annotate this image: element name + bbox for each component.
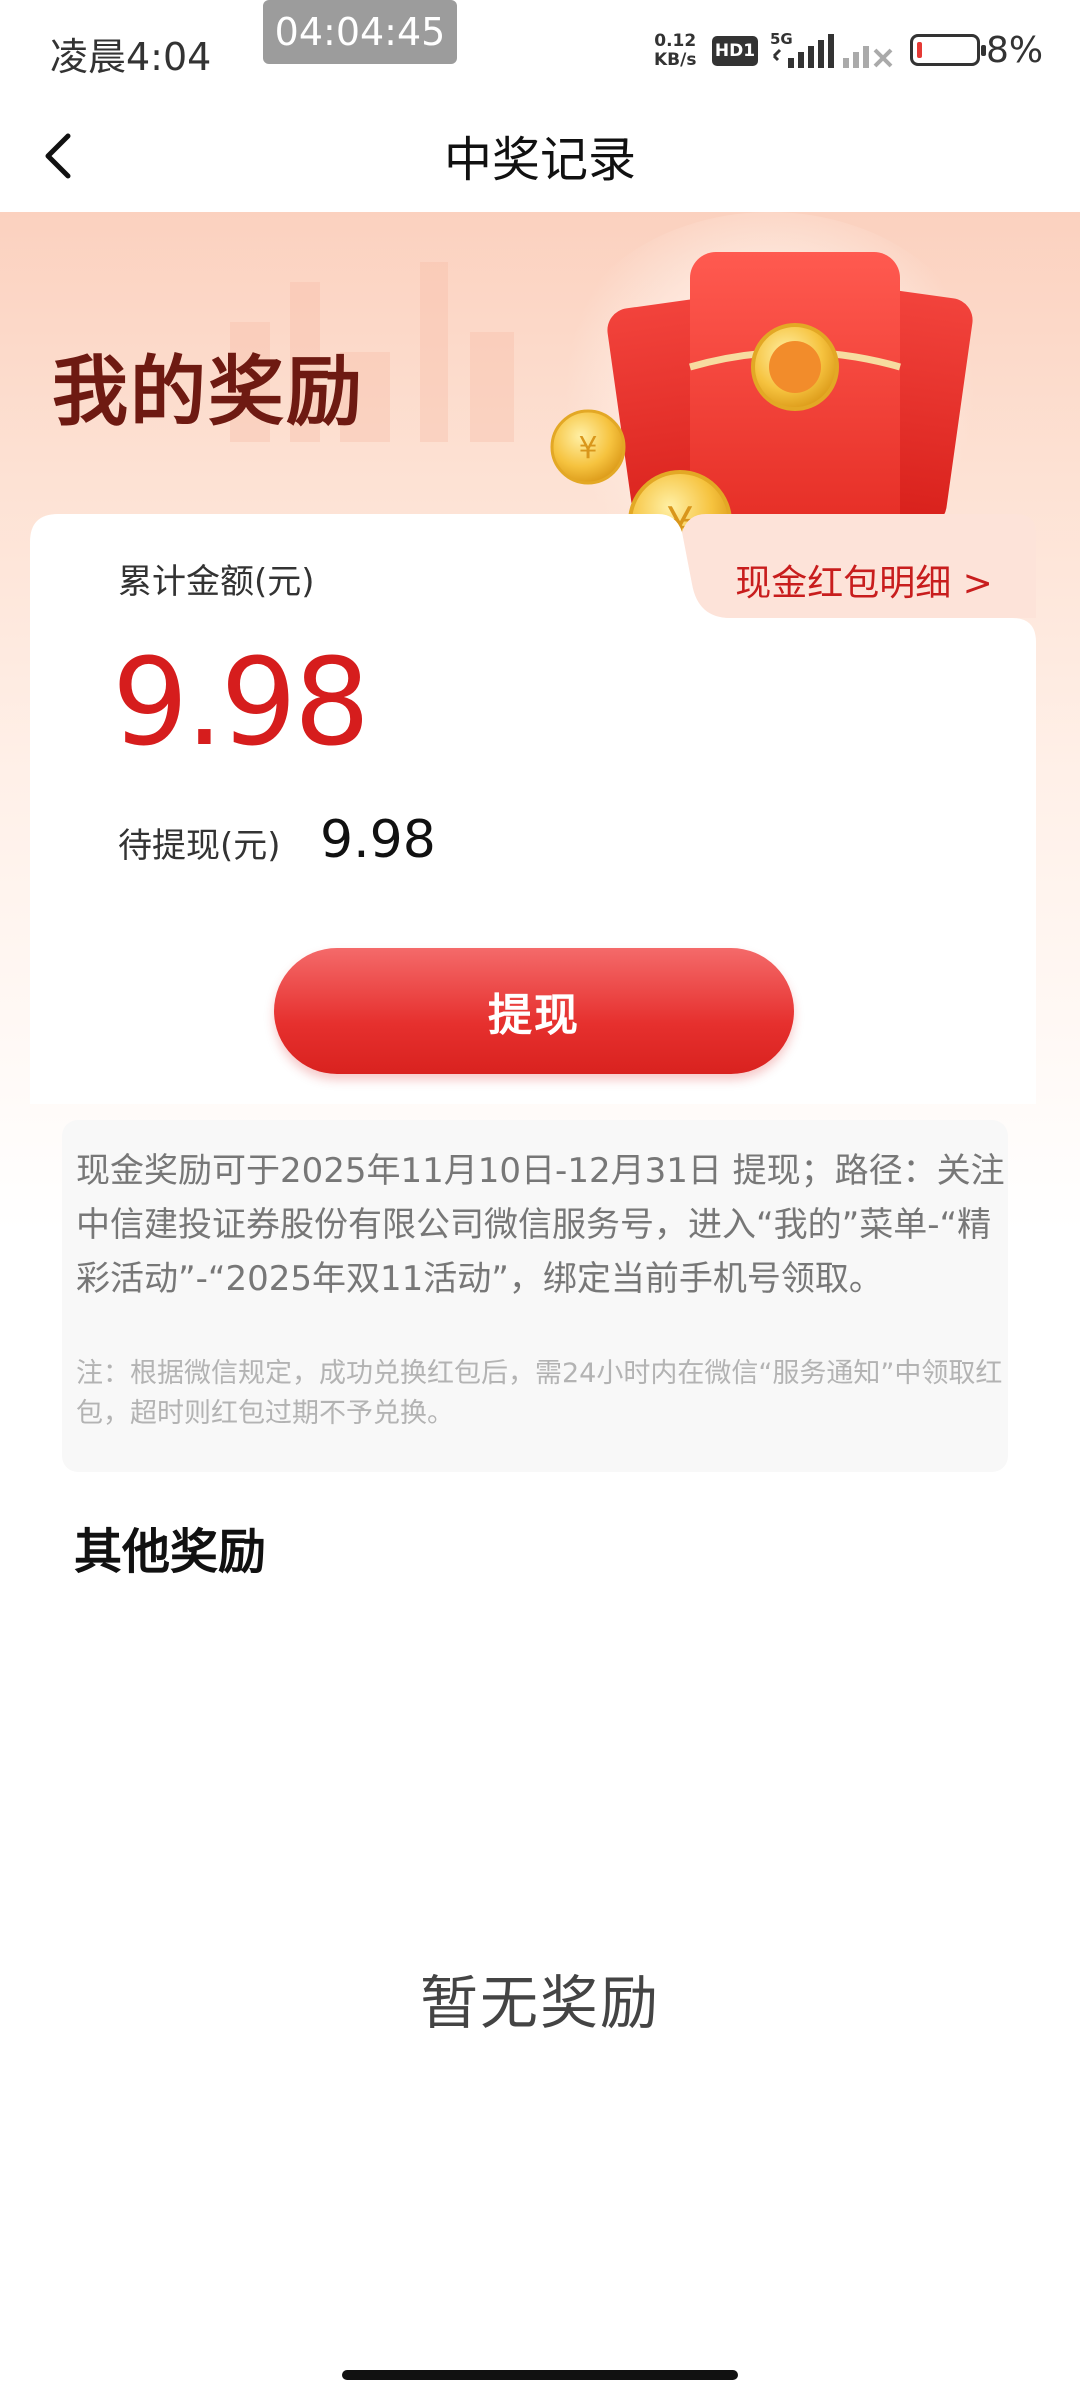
home-indicator[interactable] <box>342 2370 738 2380</box>
battery-percent: 8% <box>986 30 1044 71</box>
network-speed-value: 0.12 <box>654 31 697 51</box>
page: 凌晨4:04 04:04:45 0.12 KB/s HD1 5G 8% 中奖记录… <box>0 0 1080 2400</box>
svg-text:¥: ¥ <box>578 431 597 466</box>
total-amount-label: 累计金额(元) <box>118 562 315 602</box>
hero-title: 我的奖励 <box>52 347 364 436</box>
withdraw-button[interactable]: 提现 <box>274 948 794 1074</box>
pending-withdraw-value: 9.98 <box>320 810 436 870</box>
reward-card: 累计金额(元) 9.98 待提现(元) 9.98 现金红包明细 > 提现 <box>30 514 1036 1104</box>
hd-badge: HD1 <box>712 36 758 66</box>
network-speed-unit: KB/s <box>654 50 697 70</box>
total-amount-value: 9.98 <box>112 634 370 773</box>
status-bar: 凌晨4:04 04:04:45 0.12 KB/s HD1 5G 8% <box>0 0 1080 100</box>
empty-state-text: 暂无奖励 <box>419 1969 660 2037</box>
notice-note-text: 注：根据微信规定，成功兑换红包后，需24小时内在微信“服务通知”中领取红包，超时… <box>76 1358 1003 1429</box>
page-title: 中奖记录 <box>443 132 636 188</box>
no-signal-icon <box>843 46 893 68</box>
cash-red-packet-detail-link[interactable]: 现金红包明细 > <box>692 546 1036 622</box>
notice-main-text: 现金奖励可于2025年11月10日-12月31日 提现；路径：关注中信建投证券股… <box>76 1151 1005 1299</box>
cellular-signal-icon <box>772 34 834 68</box>
status-time: 凌晨4:04 <box>50 35 212 79</box>
nav-bar: 中奖记录 <box>0 100 1080 212</box>
pending-withdraw-label: 待提现(元) <box>118 826 281 866</box>
battery-icon <box>910 34 986 66</box>
recording-timer: 04:04:45 <box>263 0 457 64</box>
battery-level <box>917 42 922 58</box>
network-speed: 0.12 KB/s <box>654 32 696 70</box>
other-rewards-title: 其他奖励 <box>74 1524 267 1580</box>
notice-box: 现金奖励可于2025年11月10日-12月31日 提现；路径：关注中信建投证券股… <box>62 1120 1008 1472</box>
